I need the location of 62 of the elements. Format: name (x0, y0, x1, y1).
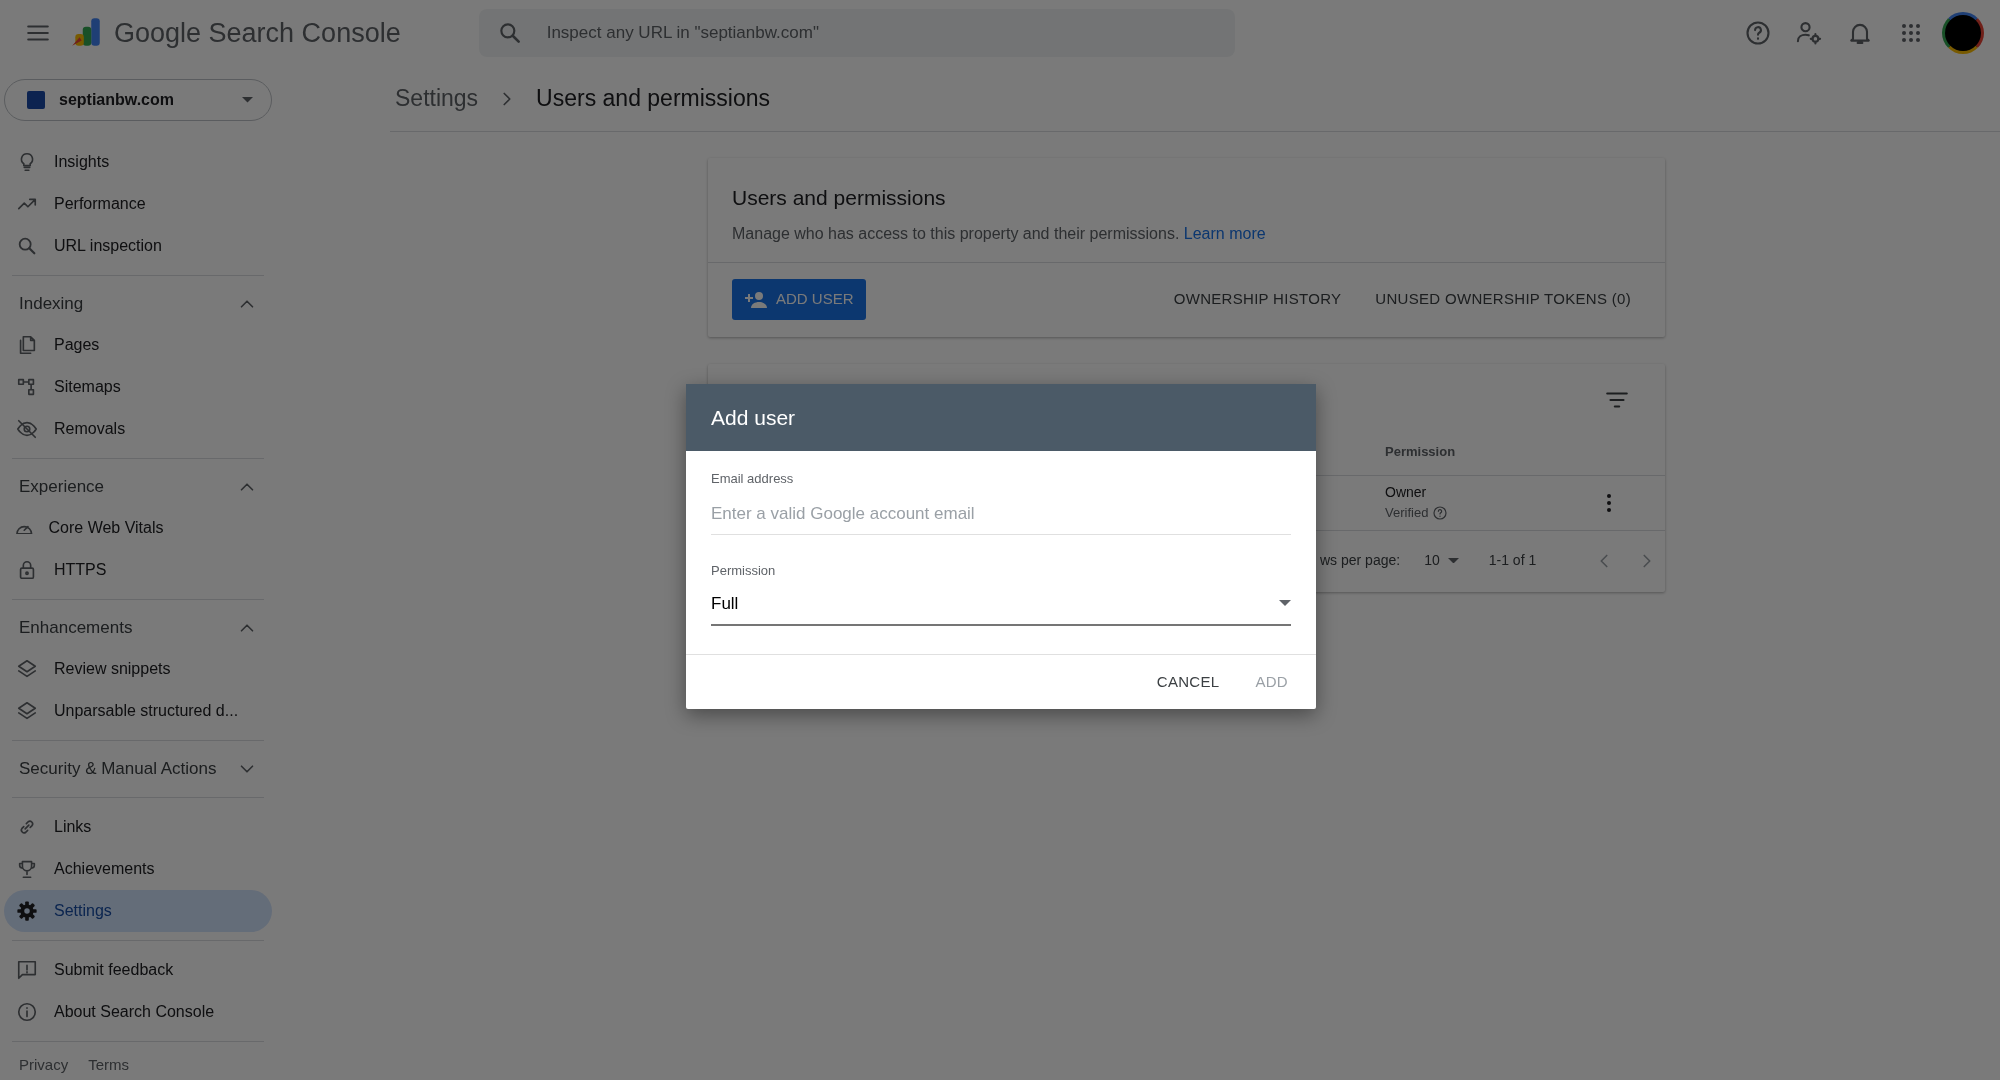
card-description: Manage who has access to this property and their permissions. Learn more (732, 223, 1267, 244)
help-icon (1744, 19, 1772, 47)
feedback-icon (16, 959, 38, 981)
layers-icon (16, 658, 38, 680)
nav-item[interactable]: Sitemaps (4, 366, 272, 408)
section-toggle[interactable]: Indexing (12, 284, 264, 324)
search-field[interactable]: Inspect any URL in "septianbw.com" (478, 9, 1235, 57)
eye-off-icon (16, 418, 38, 440)
learn-more-link[interactable]: Learn more (1183, 224, 1266, 242)
trophy-icon (16, 858, 38, 880)
nav-item[interactable]: Unparsable structured d... (4, 690, 272, 732)
nav-item[interactable]: Insights (4, 141, 272, 183)
search-input[interactable]: Inspect any URL in "septianbw.com" (544, 19, 1217, 47)
user-gear-icon (1795, 19, 1823, 47)
more-icon (1607, 493, 1611, 512)
nav-item[interactable]: About Search Console (4, 991, 272, 1033)
text-button[interactable]: UNUSED OWNERSHIP TOKENS (0) (1365, 282, 1641, 317)
nav-item[interactable]: HTTPS (4, 549, 272, 591)
nav-item[interactable]: Removals (4, 408, 272, 450)
nav-item[interactable]: Review snippets (4, 648, 272, 690)
text-button[interactable]: OWNERSHIP HISTORY (1163, 282, 1352, 317)
page-range: 1-1 of 1 (1488, 551, 1537, 570)
section-toggle[interactable]: Security & Manual Actions (12, 749, 264, 789)
status-text: Verified (1385, 504, 1429, 523)
caret-icon (242, 97, 253, 103)
column-header: Permission (1385, 443, 1456, 462)
site-favicon (27, 91, 45, 109)
dialog-title: Add user (686, 384, 1316, 451)
search-icon (16, 235, 38, 257)
app-title: Google Search Console (114, 16, 401, 50)
nav-item[interactable]: Settings (4, 890, 272, 932)
footer-link[interactable]: Privacy (19, 1054, 69, 1077)
caret-icon (1279, 600, 1291, 607)
nav-item[interactable]: Submit feedback (4, 949, 272, 991)
nav-item[interactable]: Performance (4, 183, 272, 225)
nav-item[interactable]: Core Web Vitals (4, 507, 272, 549)
breadcrumb-item: Users and permissions (536, 84, 771, 114)
nav-item[interactable]: Pages (4, 324, 272, 366)
property-selector[interactable]: septianbw.com (4, 79, 272, 121)
footer-link[interactable]: Terms (88, 1054, 130, 1077)
table-cell-text: Owner (1385, 483, 1428, 503)
breadcrumb-item[interactable]: Settings (395, 81, 479, 116)
section-toggle[interactable]: Experience (12, 467, 264, 507)
nav-item[interactable]: URL inspection (4, 225, 272, 267)
apps-grid-icon (1899, 21, 1923, 45)
nav-item[interactable]: Links (4, 806, 272, 848)
rows-per-page-select[interactable]: 10 (1424, 550, 1459, 571)
caret-icon (1447, 557, 1459, 564)
add-user-button[interactable]: ADD USER (732, 279, 866, 320)
rows-per-page-label: ws per page: (1320, 551, 1401, 570)
permission-select[interactable]: Full (711, 584, 1291, 626)
card-title: Users and permissions (732, 185, 947, 211)
field-label: Permission (711, 562, 777, 580)
section-toggle[interactable]: Enhancements (12, 608, 264, 648)
layers-icon (16, 700, 38, 722)
nav-item[interactable]: Achievements (4, 848, 272, 890)
field-label: Email address (711, 470, 795, 488)
dialog-button[interactable]: CANCEL (1146, 664, 1230, 700)
info-icon (16, 1001, 38, 1023)
help-icon (1432, 505, 1449, 521)
dialog-button: ADD (1245, 664, 1298, 700)
avatar[interactable] (1942, 12, 1984, 54)
